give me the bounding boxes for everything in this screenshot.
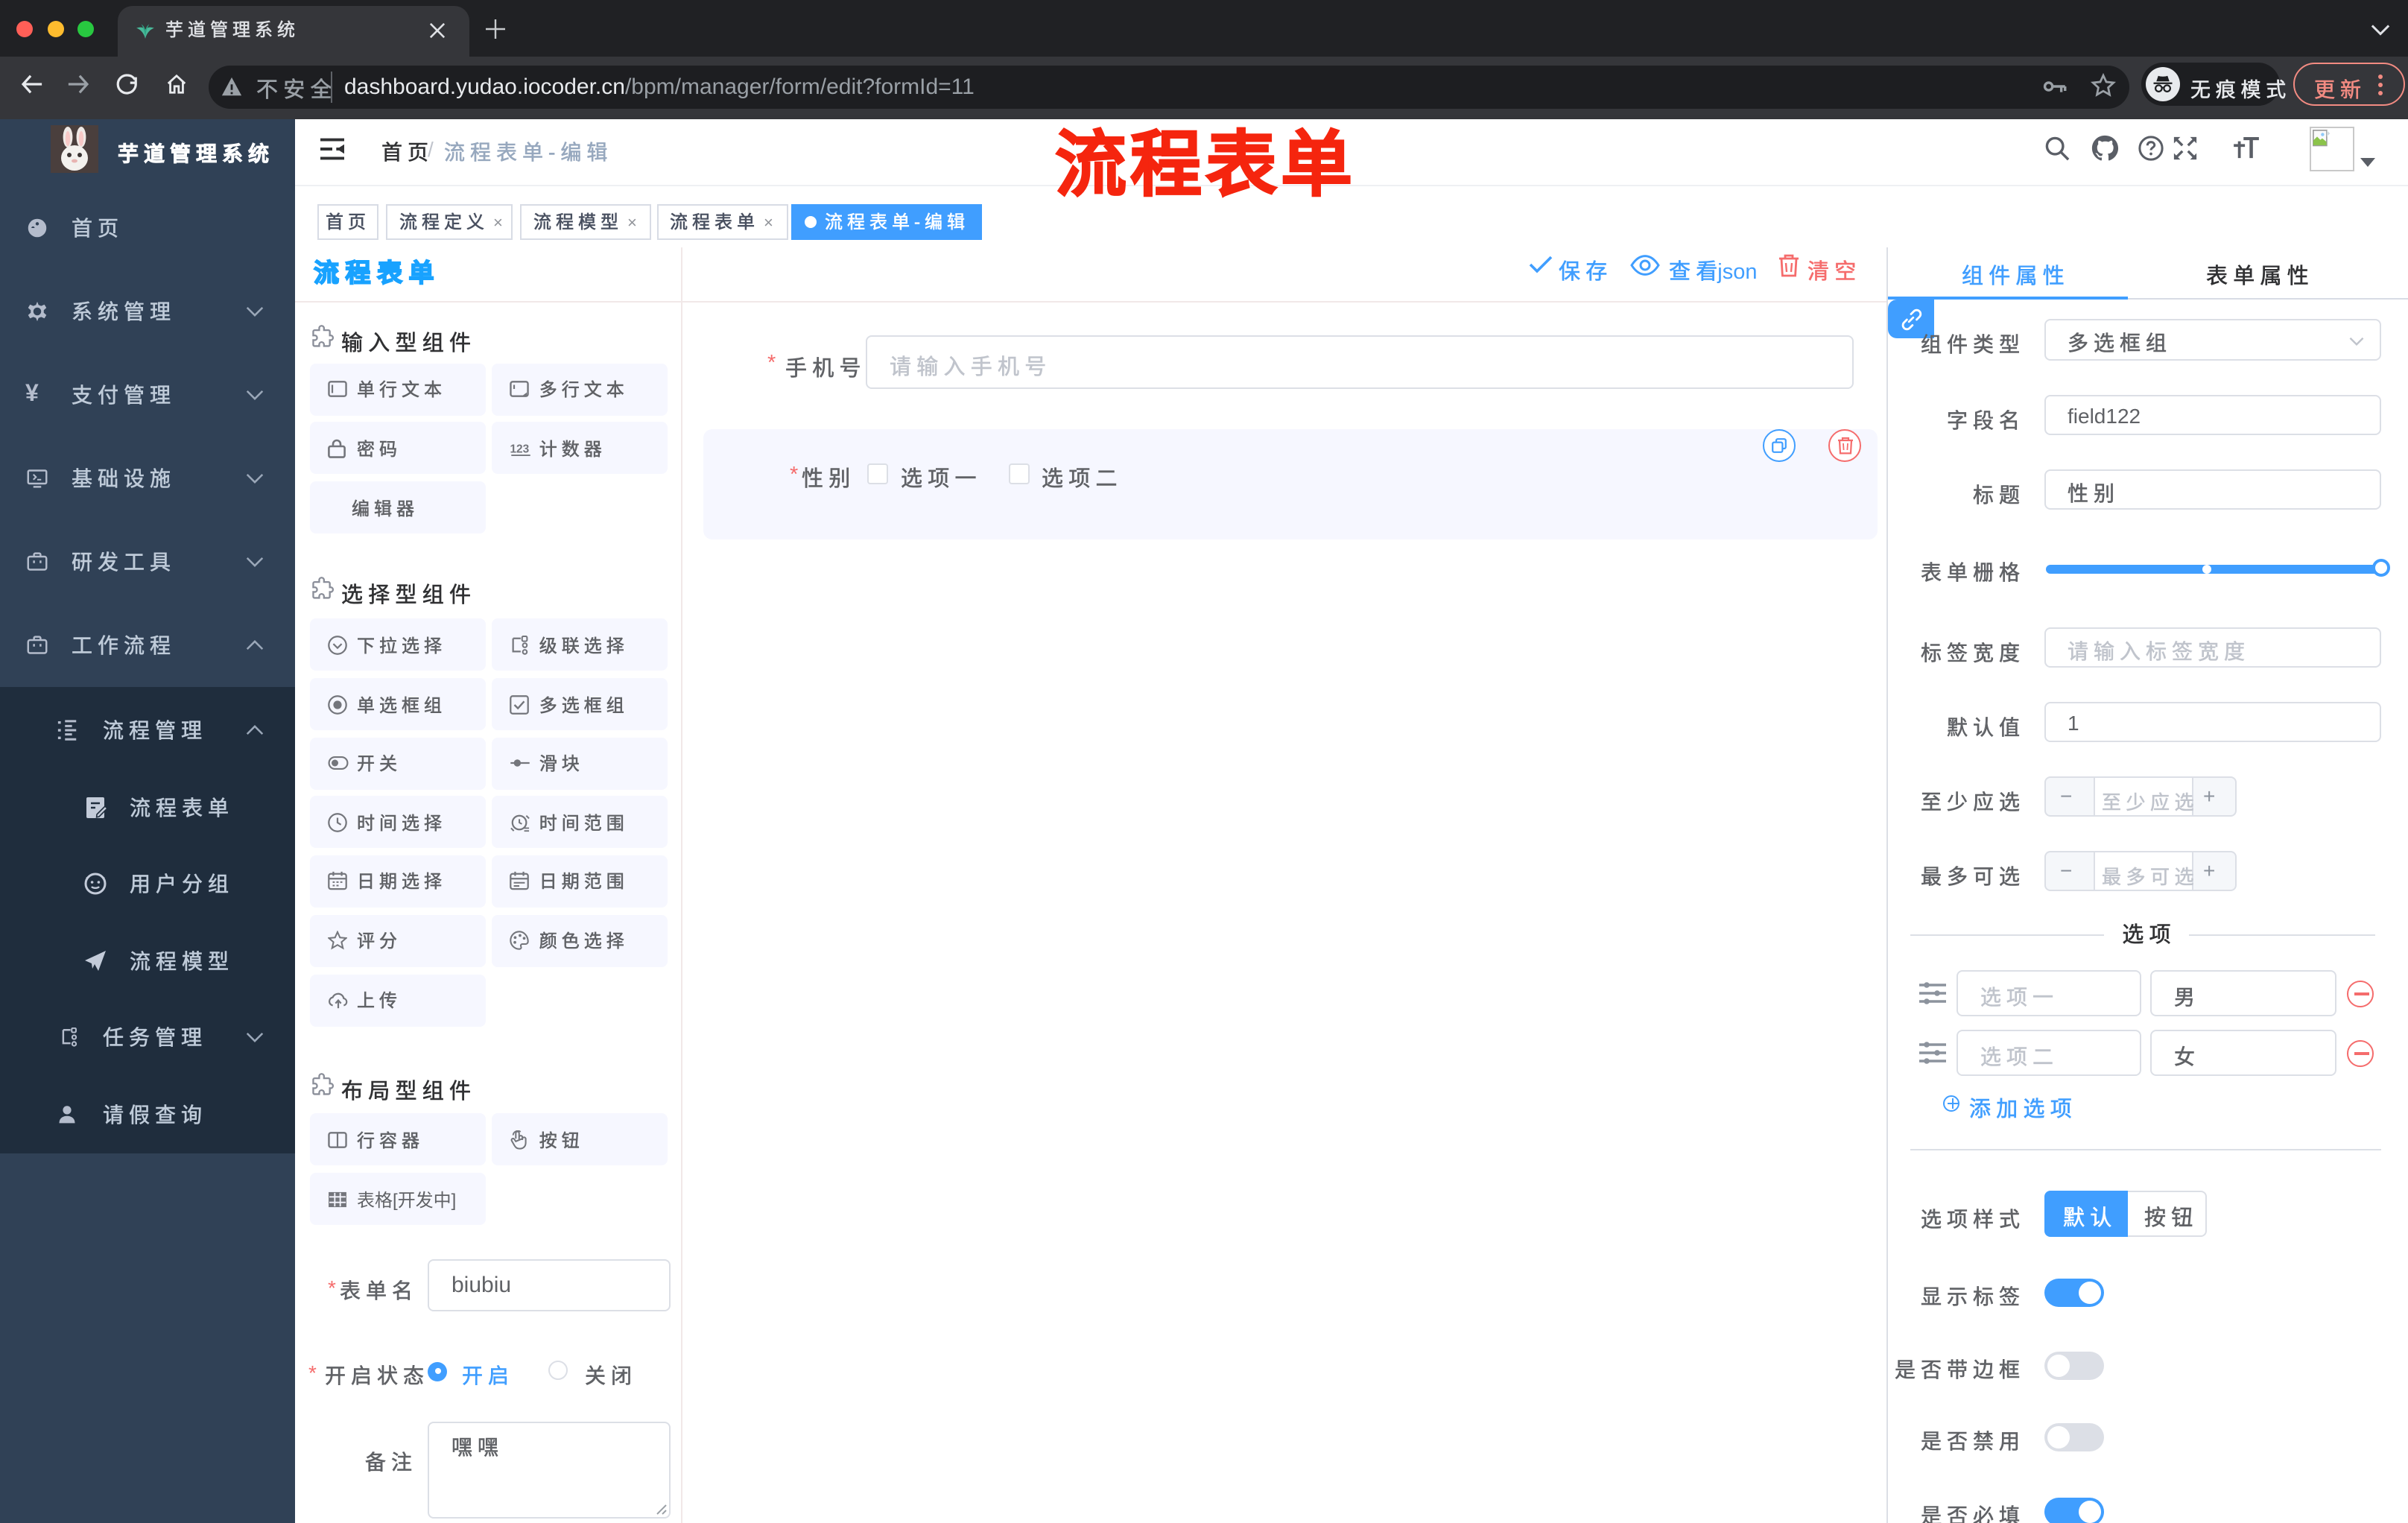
svg-text:123: 123 [510,443,530,455]
